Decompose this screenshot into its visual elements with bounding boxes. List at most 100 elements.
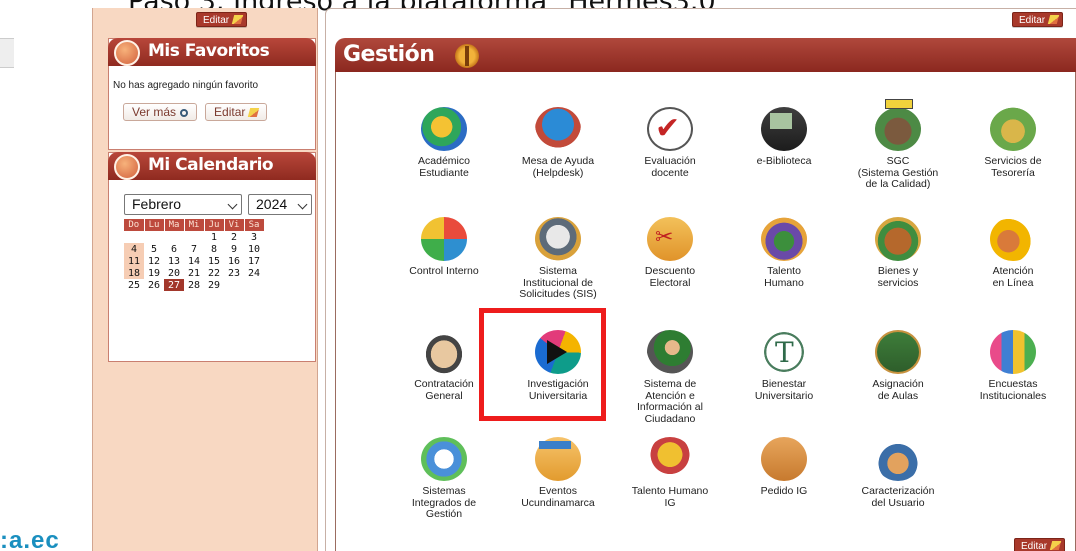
app-label[interactable]: SGC (Sistema Gestión de la Calidad): [843, 155, 953, 191]
app-label[interactable]: Bienestar Universitario: [729, 378, 839, 402]
sis-icon[interactable]: [535, 217, 581, 261]
helpdesk-icon[interactable]: [535, 107, 581, 151]
calendar-day[interactable]: 26: [144, 279, 164, 291]
app-label[interactable]: Bienes y servicios: [843, 265, 953, 289]
atencion-icon[interactable]: [990, 217, 1036, 261]
calendar-day[interactable]: 8: [204, 243, 224, 255]
calendar-day[interactable]: 25: [124, 279, 144, 291]
talento-ig-icon[interactable]: [647, 437, 693, 481]
app-tile[interactable]: SGC (Sistema Gestión de la Calidad): [843, 99, 953, 191]
calendar-day[interactable]: 16: [224, 255, 244, 267]
edit-gestion-button[interactable]: Editar: [1012, 12, 1064, 27]
app-label[interactable]: Descuento Electoral: [615, 265, 725, 289]
app-tile[interactable]: Pedido IG: [729, 437, 839, 498]
calendar-today[interactable]: 27: [164, 279, 184, 291]
app-tile[interactable]: Servicios de Tesorería: [958, 107, 1068, 179]
app-label[interactable]: Académico Estudiante: [389, 155, 499, 179]
app-label[interactable]: Asignación de Aulas: [843, 378, 953, 402]
encuestas-icon[interactable]: [990, 330, 1036, 374]
year-select[interactable]: 2024: [248, 194, 312, 215]
app-tile[interactable]: Sistema Institucional de Solicitudes (SIS): [503, 217, 613, 301]
caracterizacion-icon[interactable]: [875, 437, 921, 481]
app-tile[interactable]: Talento Humano IG: [615, 437, 725, 509]
app-tile[interactable]: DescuentoElectoral: [615, 217, 725, 289]
calendar-day[interactable]: 19: [144, 267, 164, 279]
app-label[interactable]: Control Interno: [389, 265, 499, 278]
contratacion-icon[interactable]: [421, 330, 467, 374]
atencion-ciudadano-icon[interactable]: [647, 330, 693, 374]
calendar-day[interactable]: 2: [224, 231, 244, 243]
bienestar-icon[interactable]: [761, 330, 807, 374]
calendar-day[interactable]: 3: [244, 231, 264, 243]
app-label[interactable]: Eventos Ucundinamarca: [503, 485, 613, 509]
app-tile[interactable]: Asignación de Aulas: [843, 330, 953, 402]
app-label[interactable]: Evaluación docente: [615, 155, 725, 179]
app-label[interactable]: Mesa de Ayuda (Helpdesk): [503, 155, 613, 179]
calendar-day[interactable]: 9: [224, 243, 244, 255]
app-label[interactable]: Servicios de Tesorería: [958, 155, 1068, 179]
evaluacion-icon[interactable]: [647, 107, 693, 151]
calendar-day[interactable]: 20: [164, 267, 184, 279]
app-label[interactable]: Sistema Institucional de Solicitudes (SIS): [503, 265, 613, 301]
calendar-day[interactable]: 23: [224, 267, 244, 279]
app-label[interactable]: Talento Humano IG: [615, 485, 725, 509]
month-select[interactable]: Febrero: [124, 194, 242, 215]
app-label[interactable]: Pedido IG: [729, 485, 839, 498]
calendar-day[interactable]: 15: [204, 255, 224, 267]
app-label[interactable]: Talento Humano: [729, 265, 839, 289]
app-tile[interactable]: BienestarUniversitario: [729, 330, 839, 402]
calendar-day[interactable]: 12: [144, 255, 164, 267]
calendar-day[interactable]: 22: [204, 267, 224, 279]
app-tile[interactable]: Evaluacióndocente: [615, 107, 725, 179]
calendar-day[interactable]: 10: [244, 243, 264, 255]
app-tile[interactable]: Sistemas Integrados de Gestión: [389, 437, 499, 521]
calendar-day[interactable]: 11: [124, 255, 144, 267]
app-tile[interactable]: Eventos Ucundinamarca: [503, 437, 613, 509]
biblioteca-icon[interactable]: [761, 107, 807, 151]
aulas-icon[interactable]: [875, 330, 921, 374]
app-tile[interactable]: Encuestas Institucionales: [958, 330, 1068, 402]
app-tile[interactable]: Caracterización del Usuario: [843, 437, 953, 509]
pedido-icon[interactable]: [761, 437, 807, 481]
app-tile[interactable]: Académico Estudiante: [389, 107, 499, 179]
academico-icon[interactable]: [421, 107, 467, 151]
bienes-icon[interactable]: [875, 217, 921, 261]
app-tile[interactable]: Mesa de Ayuda (Helpdesk): [503, 107, 613, 179]
edit-left-button[interactable]: Editar: [196, 12, 248, 27]
ver-mas-button[interactable]: Ver más: [123, 103, 198, 121]
sig-icon[interactable]: [421, 437, 467, 481]
talento-icon[interactable]: [761, 217, 807, 261]
app-label[interactable]: Atención en Línea: [958, 265, 1068, 289]
calendar-day[interactable]: 6: [164, 243, 184, 255]
calendar-day[interactable]: 21: [184, 267, 204, 279]
app-tile[interactable]: Talento Humano: [729, 217, 839, 289]
app-label[interactable]: Sistema de Atención e Información al Ciudad…: [615, 378, 725, 425]
calendar-day[interactable]: 1: [204, 231, 224, 243]
calendar-day[interactable]: 4: [124, 243, 144, 255]
app-label[interactable]: Caracterización del Usuario: [843, 485, 953, 509]
calendar-day[interactable]: 24: [244, 267, 264, 279]
calendar-day[interactable]: 14: [184, 255, 204, 267]
calendar-day[interactable]: 29: [204, 279, 224, 291]
calendar-day[interactable]: 17: [244, 255, 264, 267]
app-tile[interactable]: e-Biblioteca: [729, 107, 839, 168]
app-tile[interactable]: Atención en Línea: [958, 217, 1068, 289]
app-label[interactable]: Encuestas Institucionales: [958, 378, 1068, 402]
tesoreria-icon[interactable]: [990, 107, 1036, 151]
calendar-day[interactable]: 13: [164, 255, 184, 267]
control-icon[interactable]: [421, 217, 467, 261]
app-label[interactable]: Sistemas Integrados de Gestión: [389, 485, 499, 521]
app-tile[interactable]: Sistema de Atención e Información al Ciudad…: [615, 330, 725, 425]
app-label[interactable]: e-Biblioteca: [729, 155, 839, 168]
eventos-icon[interactable]: [535, 437, 581, 481]
calendar-day[interactable]: 28: [184, 279, 204, 291]
favorites-edit-button[interactable]: Editar: [205, 103, 268, 121]
sgc-icon[interactable]: [875, 99, 921, 151]
descuento-icon[interactable]: [647, 217, 693, 261]
app-tile[interactable]: Control Interno: [389, 217, 499, 278]
calendar-day[interactable]: 18: [124, 267, 144, 279]
app-tile[interactable]: Bienes y servicios: [843, 217, 953, 289]
calendar-day[interactable]: 5: [144, 243, 164, 255]
edit-gestion-bottom-button[interactable]: Editar: [1014, 538, 1066, 551]
calendar-day[interactable]: 7: [184, 243, 204, 255]
